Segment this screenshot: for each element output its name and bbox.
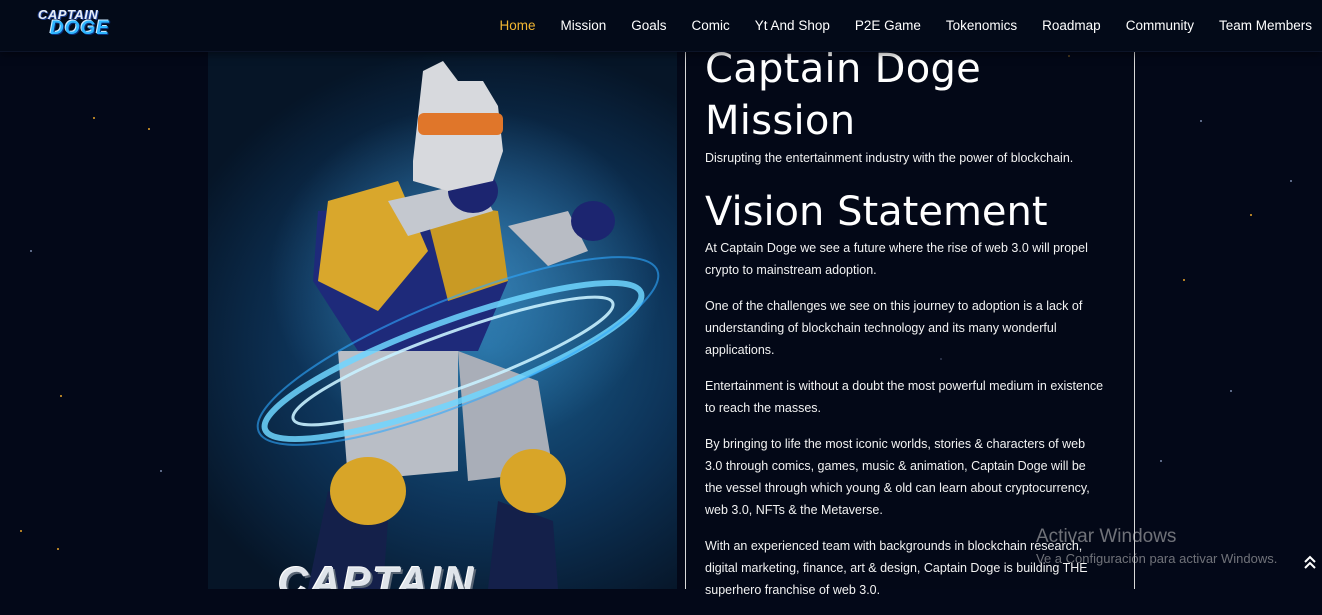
vision-paragraph: By bringing to life the most iconic worl… bbox=[705, 437, 1090, 517]
top-navbar: CAPTAIN DOGE Home Mission Goals Comic Yt… bbox=[0, 0, 1322, 52]
nav-item-community[interactable]: Community bbox=[1126, 18, 1194, 33]
vision-paragraph: At Captain Doge we see a future where th… bbox=[705, 241, 1088, 277]
nav-item-roadmap[interactable]: Roadmap bbox=[1042, 18, 1101, 33]
hero-visor bbox=[418, 113, 503, 135]
windows-activation-watermark: Activar Windows Ve a Configuración para … bbox=[1036, 526, 1277, 568]
vision-title: Vision Statement bbox=[705, 189, 1048, 235]
vision-paragraph: Entertainment is without a doubt the mos… bbox=[705, 379, 1104, 415]
captain-doge-hero-image: CAPTAIN bbox=[208, 51, 677, 589]
mission-text: Disrupting the entertainment industry wi… bbox=[705, 151, 1074, 165]
hero-right-leg bbox=[488, 501, 558, 589]
hero-left-knee bbox=[330, 457, 406, 525]
hero-illustration bbox=[256, 61, 660, 589]
hero-right-fist bbox=[571, 201, 615, 241]
hero-caption-text: CAPTAIN bbox=[278, 558, 476, 589]
nav-item-comic[interactable]: Comic bbox=[692, 18, 730, 33]
watermark-title: Activar Windows bbox=[1036, 526, 1177, 547]
hero-right-knee bbox=[500, 449, 566, 513]
nav-item-home[interactable]: Home bbox=[499, 18, 535, 33]
logo-text-bottom: DOGE bbox=[50, 18, 110, 39]
mission-title: Captain Doge Mission bbox=[705, 46, 982, 144]
nav-item-mission[interactable]: Mission bbox=[560, 18, 606, 33]
scroll-to-top-button[interactable] bbox=[1302, 554, 1318, 572]
nav-menu: Home Mission Goals Comic Yt And Shop P2E… bbox=[474, 0, 1312, 50]
double-chevron-up-icon bbox=[1304, 555, 1316, 569]
captain-doge-logo[interactable]: CAPTAIN DOGE bbox=[36, 7, 126, 41]
nav-item-p2e-game[interactable]: P2E Game bbox=[855, 18, 921, 33]
vision-paragraph: One of the challenges we see on this jou… bbox=[705, 299, 1083, 357]
nav-item-team-members[interactable]: Team Members bbox=[1219, 18, 1312, 33]
watermark-subtitle: Ve a Configuración para activar Windows. bbox=[1036, 551, 1278, 566]
nav-item-tokenomics[interactable]: Tokenomics bbox=[946, 18, 1017, 33]
nav-item-yt-and-shop[interactable]: Yt And Shop bbox=[755, 18, 830, 33]
nav-item-goals[interactable]: Goals bbox=[631, 18, 666, 33]
